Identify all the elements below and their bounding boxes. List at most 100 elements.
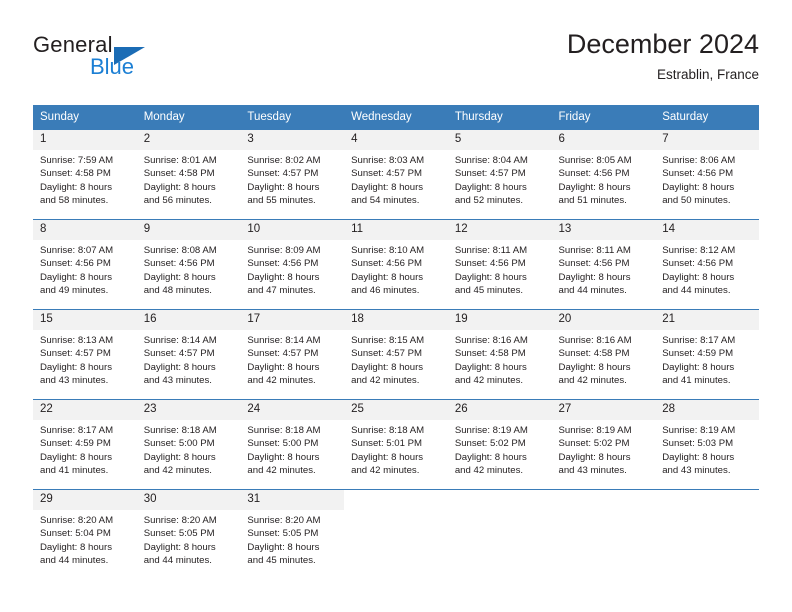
sunrise-text: Sunrise: 8:16 AM (558, 335, 632, 346)
calendar-day-cell[interactable]: 10 Sunrise: 8:09 AM Sunset: 4:56 PM Dayligh… (240, 219, 345, 310)
calendar-day-cell[interactable]: 3 Sunrise: 8:02 AM Sunset: 4:57 PM Daylight… (240, 129, 345, 220)
day-details: Sunrise: 8:13 AM Sunset: 4:57 PM Daylight:… (33, 330, 137, 388)
calendar-header-row: Sunday Monday Tuesday Wednesday Thursday… (33, 105, 759, 130)
sunrise-text: Sunrise: 8:06 AM (662, 155, 736, 166)
daylight-text-line2: and 56 minutes. (143, 195, 212, 207)
calendar-day-cell[interactable]: 14 Sunrise: 8:12 AM Sunset: 4:56 PM Dayligh… (655, 219, 759, 310)
day-number: 13 (551, 220, 656, 240)
calendar-day-cell[interactable]: 8 Sunrise: 8:07 AM Sunset: 4:56 PM Daylight… (33, 219, 137, 310)
daylight-text-line1: Daylight: 8 hours (558, 181, 631, 193)
calendar-day-cell[interactable]: 16 Sunrise: 8:14 AM Sunset: 4:57 PM Dayligh… (136, 309, 241, 400)
day-number (344, 490, 448, 510)
day-details: Sunrise: 8:03 AM Sunset: 4:57 PM Daylight:… (344, 150, 448, 208)
calendar-day-cell[interactable]: 12 Sunrise: 8:11 AM Sunset: 4:56 PM Dayligh… (447, 219, 552, 310)
day-details: Sunrise: 8:19 AM Sunset: 5:03 PM Daylight:… (655, 420, 759, 478)
daylight-text-line2: and 44 minutes. (558, 285, 627, 297)
calendar-day-cell[interactable]: 29 Sunrise: 8:20 AM Sunset: 5:04 PM Dayligh… (33, 489, 137, 579)
calendar-day-cell[interactable]: 7 Sunrise: 8:06 AM Sunset: 4:56 PM Daylight… (655, 129, 759, 220)
calendar-week-row: 15 Sunrise: 8:13 AM Sunset: 4:57 PM Dayligh… (33, 309, 759, 400)
day-details (552, 510, 656, 514)
sunrise-text: Sunrise: 8:05 AM (558, 155, 632, 166)
sunset-text: Sunset: 4:59 PM (662, 348, 734, 360)
calendar-day-cell[interactable]: 20 Sunrise: 8:16 AM Sunset: 4:58 PM Dayligh… (551, 309, 656, 400)
daylight-text-line1: Daylight: 8 hours (143, 181, 216, 193)
daylight-text-line1: Daylight: 8 hours (40, 271, 112, 283)
sunrise-text: Sunrise: 8:04 AM (454, 155, 528, 166)
day-details: Sunrise: 8:01 AM Sunset: 4:58 PM Daylight:… (137, 150, 241, 208)
weekday-header-monday: Monday (136, 105, 241, 130)
day-number: 28 (655, 400, 759, 420)
calendar-day-cell[interactable]: 9 Sunrise: 8:08 AM Sunset: 4:56 PM Daylight… (136, 219, 241, 310)
day-number (447, 490, 552, 510)
weekday-header-friday: Friday (551, 105, 656, 130)
daylight-text-line2: and 44 minutes. (40, 555, 109, 567)
daylight-text-line1: Daylight: 8 hours (247, 541, 320, 553)
daylight-text-line2: and 51 minutes. (558, 195, 627, 207)
daylight-text-line1: Daylight: 8 hours (247, 361, 320, 373)
sunrise-text: Sunrise: 8:03 AM (351, 155, 425, 166)
calendar-day-cell[interactable]: 28 Sunrise: 8:19 AM Sunset: 5:03 PM Dayligh… (655, 399, 759, 490)
sunrise-text: Sunrise: 8:19 AM (662, 425, 736, 436)
daylight-text-line2: and 41 minutes. (662, 375, 731, 387)
day-details: Sunrise: 8:09 AM Sunset: 4:56 PM Daylight:… (240, 240, 344, 298)
sunset-text: Sunset: 5:03 PM (662, 438, 734, 450)
day-number: 16 (136, 310, 241, 330)
calendar-day-cell[interactable]: 22 Sunrise: 8:17 AM Sunset: 4:59 PM Dayligh… (33, 399, 137, 490)
calendar-day-cell[interactable]: 6 Sunrise: 8:05 AM Sunset: 4:56 PM Daylight… (551, 129, 656, 220)
calendar-day-cell[interactable]: 1 Sunrise: 7:59 AM Sunset: 4:58 PM Daylight… (33, 129, 137, 220)
sunset-text: Sunset: 5:00 PM (247, 438, 319, 450)
calendar-day-cell[interactable]: 31 Sunrise: 8:20 AM Sunset: 5:05 PM Dayligh… (240, 489, 345, 579)
day-details: Sunrise: 8:16 AM Sunset: 4:58 PM Daylight:… (552, 330, 656, 388)
daylight-text-line1: Daylight: 8 hours (454, 451, 527, 463)
sunrise-text: Sunrise: 8:20 AM (247, 515, 321, 526)
day-details: Sunrise: 8:18 AM Sunset: 5:01 PM Daylight:… (344, 420, 448, 478)
day-details: Sunrise: 8:16 AM Sunset: 4:58 PM Daylight:… (448, 330, 552, 388)
day-number: 12 (447, 220, 552, 240)
calendar-day-cell[interactable]: 21 Sunrise: 8:17 AM Sunset: 4:59 PM Dayligh… (655, 309, 759, 400)
day-number (551, 490, 656, 510)
calendar-day-cell[interactable]: 24 Sunrise: 8:18 AM Sunset: 5:00 PM Dayligh… (240, 399, 345, 490)
day-details (344, 510, 448, 514)
day-number: 2 (136, 130, 241, 150)
daylight-text-line1: Daylight: 8 hours (40, 181, 112, 193)
calendar-day-cell[interactable]: 17 Sunrise: 8:14 AM Sunset: 4:57 PM Dayligh… (240, 309, 345, 400)
calendar-day-cell[interactable]: 11 Sunrise: 8:10 AM Sunset: 4:56 PM Dayligh… (344, 219, 448, 310)
daylight-text-line2: and 52 minutes. (454, 195, 524, 207)
daylight-text-line2: and 43 minutes. (40, 375, 109, 387)
sunset-text: Sunset: 4:56 PM (143, 258, 215, 270)
daylight-text-line2: and 50 minutes. (662, 195, 731, 207)
day-number: 27 (551, 400, 656, 420)
day-number: 3 (240, 130, 345, 150)
daylight-text-line2: and 46 minutes. (351, 285, 420, 297)
sunset-text: Sunset: 4:57 PM (247, 348, 319, 360)
calendar-day-cell[interactable]: 5 Sunrise: 8:04 AM Sunset: 4:57 PM Daylight… (447, 129, 552, 220)
sunset-text: Sunset: 5:04 PM (40, 528, 111, 540)
sunrise-text: Sunrise: 8:16 AM (454, 335, 528, 346)
daylight-text-line1: Daylight: 8 hours (247, 181, 320, 193)
calendar-day-cell[interactable]: 25 Sunrise: 8:18 AM Sunset: 5:01 PM Dayligh… (344, 399, 448, 490)
calendar-day-cell[interactable]: 23 Sunrise: 8:18 AM Sunset: 5:00 PM Dayligh… (136, 399, 241, 490)
logo-general-blue[interactable]: General Blue (33, 32, 233, 90)
calendar-day-cell[interactable]: 18 Sunrise: 8:15 AM Sunset: 4:57 PM Dayligh… (344, 309, 448, 400)
daylight-text-line1: Daylight: 8 hours (454, 271, 527, 283)
day-number: 23 (136, 400, 241, 420)
sunrise-text: Sunrise: 8:14 AM (143, 335, 217, 346)
daylight-text-line1: Daylight: 8 hours (454, 181, 527, 193)
calendar-day-cell[interactable]: 2 Sunrise: 8:01 AM Sunset: 4:58 PM Daylight… (136, 129, 241, 220)
calendar-day-cell[interactable]: 15 Sunrise: 8:13 AM Sunset: 4:57 PM Dayligh… (33, 309, 137, 400)
day-number: 8 (33, 220, 137, 240)
sunrise-text: Sunrise: 8:11 AM (558, 245, 631, 256)
daylight-text-line1: Daylight: 8 hours (247, 271, 320, 283)
calendar-day-cell[interactable]: 30 Sunrise: 8:20 AM Sunset: 5:05 PM Dayligh… (136, 489, 241, 579)
calendar-day-cell-empty (655, 489, 759, 579)
calendar-day-cell[interactable]: 27 Sunrise: 8:19 AM Sunset: 5:02 PM Dayligh… (551, 399, 656, 490)
calendar-day-cell[interactable]: 26 Sunrise: 8:19 AM Sunset: 5:02 PM Dayligh… (447, 399, 552, 490)
weekday-header-thursday: Thursday (447, 105, 552, 130)
calendar-day-cell[interactable]: 19 Sunrise: 8:16 AM Sunset: 4:58 PM Dayligh… (447, 309, 552, 400)
sunrise-text: Sunrise: 8:07 AM (40, 245, 114, 256)
daylight-text-line1: Daylight: 8 hours (40, 541, 112, 553)
daylight-text-line2: and 43 minutes. (143, 375, 212, 387)
page-header: General Blue December 2024 Estrablin, Fr… (33, 28, 759, 96)
calendar-day-cell[interactable]: 13 Sunrise: 8:11 AM Sunset: 4:56 PM Dayligh… (551, 219, 656, 310)
calendar-day-cell[interactable]: 4 Sunrise: 8:03 AM Sunset: 4:57 PM Daylight… (344, 129, 448, 220)
